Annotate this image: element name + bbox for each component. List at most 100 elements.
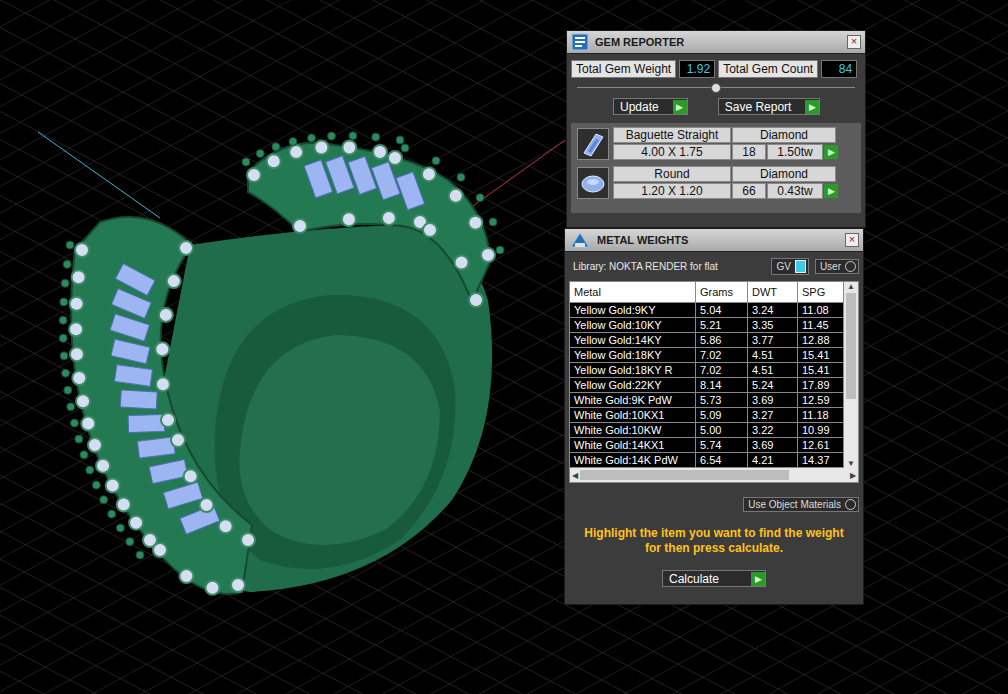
close-button[interactable]: × <box>847 35 861 49</box>
gem-shape: Round <box>613 166 731 182</box>
report-button[interactable]: Save Report▶ <box>718 98 821 115</box>
library-toggle[interactable]: GV <box>771 258 808 275</box>
baguette-stone <box>111 339 150 364</box>
prong <box>308 134 316 142</box>
table-cell: 3.69 <box>748 393 798 408</box>
total-weight-value: 1.92 <box>679 60 715 78</box>
round-gem-icon <box>580 170 606 196</box>
table-row[interactable]: White Gold:14K PdW6.544.2114.37 <box>570 453 844 468</box>
column-header[interactable]: Grams <box>696 282 748 303</box>
library-toggle[interactable]: User <box>815 259 859 274</box>
table-cell: White Gold:10KW <box>570 423 696 438</box>
round-stone <box>88 438 102 452</box>
horizontal-scrollbar[interactable]: ◀▶ <box>570 468 858 482</box>
total-weight-label: Total Gem Weight <box>571 60 676 78</box>
prong <box>396 136 404 144</box>
round-stone <box>69 322 83 336</box>
table-cell: 5.86 <box>696 333 748 348</box>
round-stone <box>382 211 396 225</box>
column-header[interactable]: DWT <box>748 282 798 303</box>
prong <box>70 419 78 427</box>
prong <box>327 132 335 140</box>
table-row[interactable]: White Gold:14KX15.743.6912.61 <box>570 438 844 453</box>
round-stone <box>179 569 193 583</box>
arrow-icon: ▶ <box>673 100 687 114</box>
table-cell: Yellow Gold:10KY <box>570 318 696 333</box>
table-cell: 12.88 <box>798 333 844 348</box>
round-stone <box>179 241 193 255</box>
round-stone <box>75 243 89 257</box>
round-stone <box>468 216 482 230</box>
prong <box>59 334 67 342</box>
round-stone <box>167 274 181 288</box>
prong <box>372 133 380 141</box>
slider-knob[interactable] <box>711 83 721 93</box>
calculate-button[interactable]: Calculate▶ <box>662 570 766 587</box>
round-stone <box>455 256 469 270</box>
baguette-stone <box>348 156 377 194</box>
table-cell: 17.89 <box>798 378 844 393</box>
gem-row[interactable]: RoundDiamond1.20 X 1.20660.43tw▶ <box>577 166 855 199</box>
prong <box>80 451 88 459</box>
close-button[interactable]: × <box>845 233 859 247</box>
size-slider[interactable] <box>577 82 855 94</box>
gem-material: Diamond <box>732 127 836 143</box>
round-stone <box>449 189 463 203</box>
table-row[interactable]: Yellow Gold:10KY5.213.3511.45 <box>570 318 844 333</box>
round-stone <box>70 347 84 361</box>
table-row[interactable]: Yellow Gold:18KY7.024.5115.41 <box>570 348 844 363</box>
table-row[interactable]: White Gold:10KW5.003.2210.99 <box>570 423 844 438</box>
metal-weights-panel: METAL WEIGHTS× Library: NOKTA RENDER for … <box>564 228 864 605</box>
toggle-indicator <box>795 260 806 273</box>
column-header[interactable]: Metal <box>570 282 696 303</box>
use-object-materials-toggle[interactable]: Use Object Materials <box>743 497 859 512</box>
prong <box>63 260 71 268</box>
table-cell: White Gold:9K PdW <box>570 393 696 408</box>
gem-row[interactable]: Baguette StraightDiamond4.00 X 1.75181.5… <box>577 127 855 160</box>
table-row[interactable]: Yellow Gold:14KY5.863.7712.88 <box>570 333 844 348</box>
table-cell: 3.24 <box>748 303 798 318</box>
gem-material: Diamond <box>732 166 836 182</box>
table-cell: 5.00 <box>696 423 748 438</box>
vertical-scrollbar[interactable]: ▲▼ <box>844 282 858 468</box>
ring-model[interactable] <box>59 132 504 595</box>
gem-reporter-titlebar[interactable]: GEM REPORTER× <box>567 31 865 54</box>
prong <box>59 316 67 324</box>
column-header[interactable]: SPG <box>798 282 844 303</box>
table-row[interactable]: White Gold:9K PdW5.733.6912.59 <box>570 393 844 408</box>
baguette-stone <box>128 414 165 432</box>
table-cell: 12.61 <box>798 438 844 453</box>
prong <box>489 218 497 226</box>
table-header: MetalGramsDWTSPG <box>570 282 844 303</box>
table-row[interactable]: Yellow Gold:18KY R7.024.5115.41 <box>570 363 844 378</box>
table-cell: 3.69 <box>748 438 798 453</box>
table-cell: 10.99 <box>798 423 844 438</box>
round-stone <box>96 459 110 473</box>
prong <box>256 150 264 158</box>
metal-weights-titlebar[interactable]: METAL WEIGHTS× <box>565 229 863 252</box>
table-row[interactable]: Yellow Gold:22KY8.145.2417.89 <box>570 378 844 393</box>
round-stone <box>200 498 214 512</box>
prong <box>432 157 440 165</box>
round-stone <box>155 342 169 356</box>
prong <box>108 510 116 518</box>
prong <box>67 403 75 411</box>
round-stone <box>161 413 175 427</box>
prong <box>126 538 134 546</box>
table-row[interactable]: Yellow Gold:9KY5.043.2411.08 <box>570 303 844 318</box>
total-count-value: 84 <box>821 60 857 78</box>
ground-grid <box>0 0 1008 694</box>
prong <box>75 435 83 443</box>
library-label: Library: NOKTA RENDER for flat <box>573 261 765 272</box>
prong <box>289 138 297 146</box>
report-button[interactable]: Update▶ <box>613 98 688 115</box>
gem-arrow-button[interactable]: ▶ <box>824 184 838 198</box>
gem-arrow-button[interactable]: ▶ <box>824 145 838 159</box>
table-cell: 11.18 <box>798 408 844 423</box>
round-stone <box>76 394 90 408</box>
table-row[interactable]: White Gold:10KX15.093.2711.18 <box>570 408 844 423</box>
prong <box>242 158 250 166</box>
prong <box>349 132 357 140</box>
prong <box>60 352 68 360</box>
gem-count: 18 <box>732 144 766 160</box>
